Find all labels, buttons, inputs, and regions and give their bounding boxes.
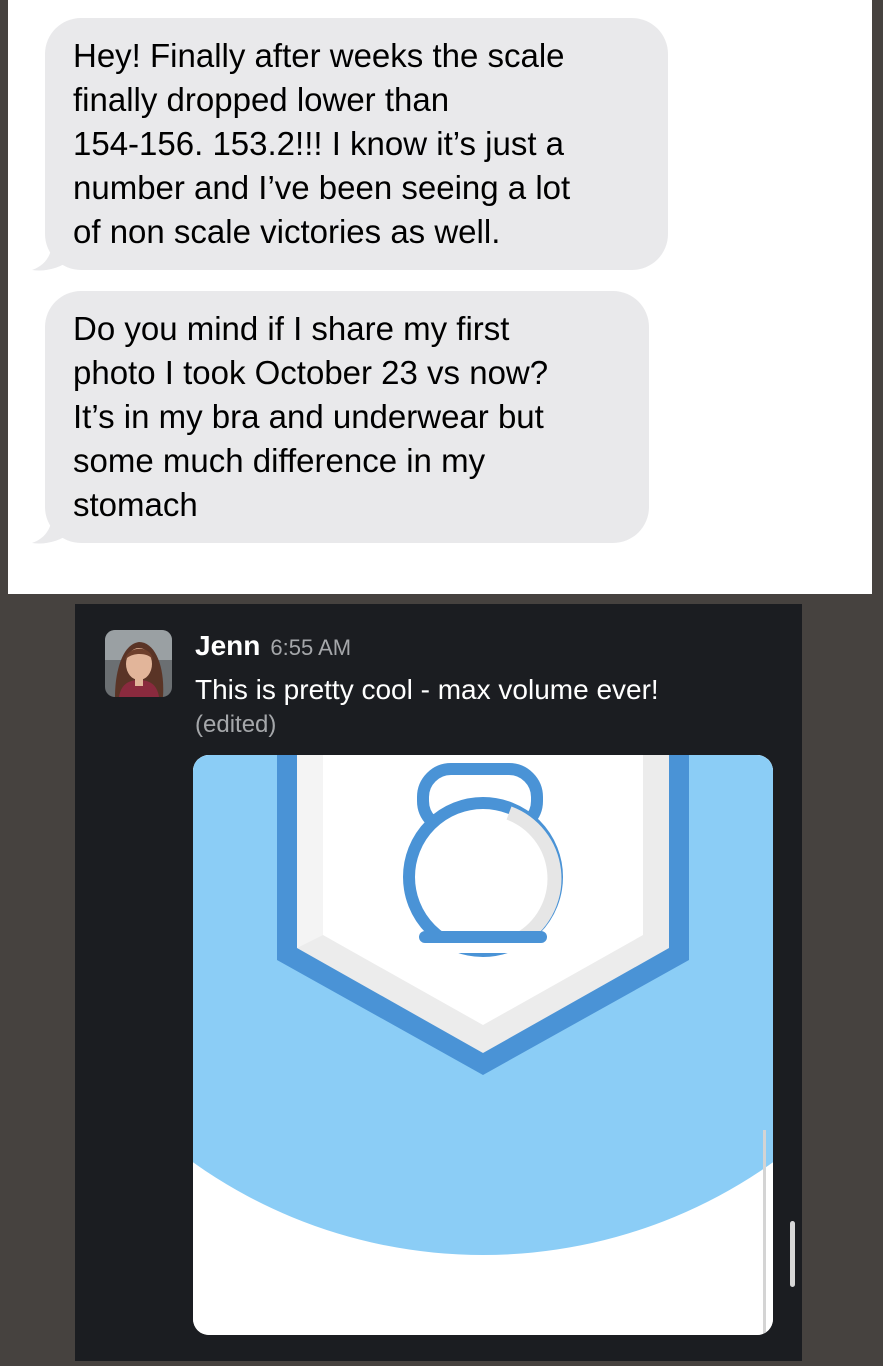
imessage-panel: Hey! Finally after weeks the scale final… (8, 0, 872, 594)
received-message-bubble[interactable]: Hey! Finally after weeks the scale final… (45, 18, 668, 270)
message-text: Hey! Finally after weeks the scale final… (73, 37, 571, 250)
message-text: Do you mind if I share my first photo I … (73, 310, 549, 523)
image-attachment[interactable] (193, 755, 773, 1335)
kettlebell-badge-icon (193, 755, 773, 1335)
message-header: Jenn 6:55 AM (195, 630, 351, 666)
slack-message-panel: Jenn 6:55 AM This is pretty cool - max v… (75, 604, 802, 1361)
avatar[interactable] (105, 630, 172, 697)
received-message-bubble[interactable]: Do you mind if I share my first photo I … (45, 291, 649, 543)
edited-label: (edited) (195, 711, 277, 738)
message-text: This is pretty cool - max volume ever! (195, 674, 659, 705)
scrollbar[interactable] (790, 1221, 795, 1287)
author-name[interactable]: Jenn (195, 630, 260, 662)
timestamp[interactable]: 6:55 AM (270, 635, 351, 661)
user-photo-icon (105, 630, 172, 697)
